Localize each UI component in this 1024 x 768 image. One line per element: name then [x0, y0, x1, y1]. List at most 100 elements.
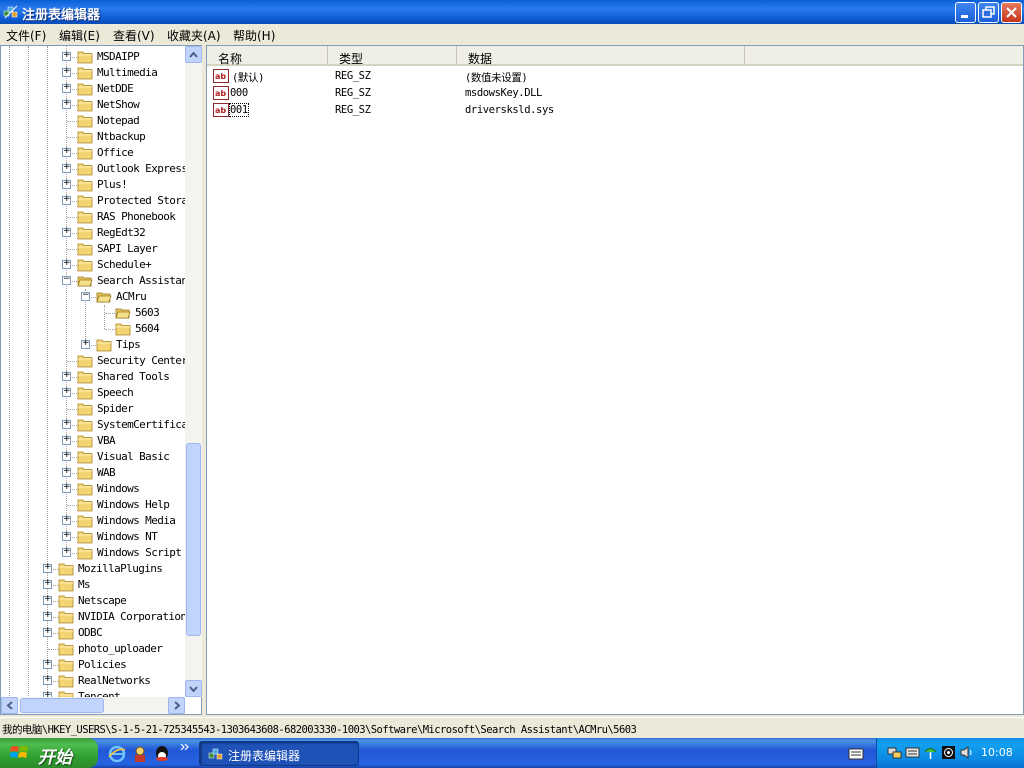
tree-item[interactable]: − Search Assistant — [1, 273, 194, 289]
scroll-down-button[interactable] — [185, 680, 202, 697]
tree-item[interactable]: + Ms — [1, 577, 191, 593]
menu-edit[interactable]: 编辑(E) — [59, 27, 100, 44]
tree-item[interactable]: + MozillaPlugins — [1, 561, 191, 577]
expand-icon[interactable]: + — [62, 98, 71, 109]
tree-horizontal-scrollbar[interactable] — [1, 697, 185, 714]
column-name[interactable]: 名称 — [207, 46, 328, 66]
expand-icon[interactable]: + — [62, 82, 71, 93]
column-type[interactable]: 类型 — [328, 46, 457, 66]
restore-button[interactable] — [978, 2, 999, 23]
tree-item[interactable]: + Office — [1, 145, 191, 161]
tree-item[interactable]: + RegEdt32 — [1, 225, 191, 241]
task-button-regedit[interactable]: 注册表编辑器 — [199, 741, 359, 766]
scroll-right-button[interactable] — [168, 697, 185, 714]
tree-item[interactable]: − ACMru — [1, 289, 191, 305]
tree-item[interactable]: + Outlook Express — [1, 161, 191, 177]
tree-item[interactable]: SAPI Layer — [1, 241, 191, 257]
expand-icon[interactable]: + — [62, 226, 71, 237]
keyboard-icon[interactable] — [905, 745, 920, 760]
keyboard-layout-icon[interactable] — [848, 748, 864, 760]
expand-icon[interactable]: + — [62, 530, 71, 541]
expand-icon[interactable]: + — [62, 178, 71, 189]
tree-item[interactable]: RAS Phonebook — [1, 209, 191, 225]
tree-item[interactable]: + Netscape — [1, 593, 191, 609]
tree-item[interactable]: + NVIDIA Corporation — [1, 609, 191, 625]
tree-item[interactable]: + ODBC — [1, 625, 191, 641]
tree-item[interactable]: Spider — [1, 401, 191, 417]
tree-item[interactable]: + Policies — [1, 657, 191, 673]
expand-icon[interactable]: + — [62, 546, 71, 557]
tree-item[interactable]: + Windows Media — [1, 513, 191, 529]
expand-icon[interactable]: + — [62, 162, 71, 173]
tree-vertical-scrollbar[interactable] — [185, 46, 202, 697]
tree-item[interactable]: + NetShow — [1, 97, 191, 113]
collapse-icon[interactable]: − — [62, 274, 71, 285]
expand-icon[interactable]: + — [62, 386, 71, 397]
expand-icon[interactable]: + — [62, 466, 71, 477]
tree-item[interactable]: 5603 — [1, 305, 191, 321]
tree-item[interactable]: + SystemCertificates — [1, 417, 201, 433]
menu-view[interactable]: 查看(V) — [113, 27, 155, 44]
tree-item[interactable]: Windows Help — [1, 497, 191, 513]
tree-item[interactable]: + Protected Storage — [1, 193, 200, 209]
menu-file[interactable]: 文件(F) — [6, 27, 46, 44]
tree-item[interactable]: + NetDDE — [1, 81, 191, 97]
scroll-up-button[interactable] — [185, 46, 202, 63]
tree-item[interactable]: photo_uploader — [1, 641, 191, 657]
expand-icon[interactable]: + — [62, 370, 71, 381]
expand-icon[interactable]: + — [62, 66, 71, 77]
expand-icon[interactable]: + — [62, 258, 71, 269]
scroll-left-button[interactable] — [1, 697, 18, 714]
tree-item[interactable]: + VBA — [1, 433, 191, 449]
expand-icon[interactable]: + — [43, 562, 52, 573]
scroll-thumb[interactable] — [186, 443, 201, 636]
network-icon[interactable] — [887, 745, 902, 760]
expand-icon[interactable]: + — [62, 194, 71, 205]
hscroll-thumb[interactable] — [20, 698, 104, 713]
value-row[interactable]: ab (默认) REG_SZ (数值未设置) — [207, 68, 1023, 85]
registry-tree[interactable]: + MSDAIPP + Multimedia + NetDDE + NetShow Notepa… — [0, 45, 202, 715]
tree-item[interactable]: + Multimedia — [1, 65, 191, 81]
media-icon[interactable] — [941, 745, 956, 760]
expand-icon[interactable]: + — [43, 658, 52, 669]
volume-icon[interactable] — [959, 745, 974, 760]
expand-icon[interactable]: + — [43, 626, 52, 637]
app-icon[interactable] — [131, 745, 149, 763]
tree-item[interactable]: + Windows — [1, 481, 191, 497]
expand-icon[interactable]: + — [43, 610, 52, 621]
ie-icon[interactable] — [108, 745, 126, 763]
tree-item[interactable]: 5604 — [1, 321, 191, 337]
expand-icon[interactable]: + — [62, 434, 71, 445]
value-row[interactable]: ab 001 REG_SZ driversksld.sys — [207, 102, 1023, 119]
menu-favorites[interactable]: 收藏夹(A) — [167, 27, 221, 44]
tree-item[interactable]: + RealNetworks — [1, 673, 191, 689]
expand-icon[interactable]: + — [62, 146, 71, 157]
expand-icon[interactable]: + — [62, 50, 71, 61]
tree-item[interactable]: Notepad — [1, 113, 191, 129]
tree-item[interactable]: + Plus! — [1, 177, 191, 193]
column-data[interactable]: 数据 — [457, 46, 745, 66]
menu-help[interactable]: 帮助(H) — [233, 27, 275, 44]
tree-item[interactable]: + Speech — [1, 385, 191, 401]
chevron-double-right-icon[interactable] — [180, 743, 190, 753]
tree-item[interactable]: + Windows NT — [1, 529, 191, 545]
tree-item[interactable]: + WAB — [1, 465, 191, 481]
value-row[interactable]: ab 000 REG_SZ msdowsKey.DLL — [207, 85, 1023, 102]
collapse-icon[interactable]: − — [81, 290, 90, 301]
minimize-button[interactable] — [955, 2, 976, 23]
expand-icon[interactable]: + — [62, 418, 71, 429]
tree-item[interactable]: + Windows Script — [1, 545, 191, 561]
expand-icon[interactable]: + — [43, 578, 52, 589]
expand-icon[interactable]: + — [62, 450, 71, 461]
expand-icon[interactable]: + — [43, 674, 52, 685]
tree-item[interactable]: + MSDAIPP — [1, 49, 191, 65]
tree-item[interactable]: Ntbackup — [1, 129, 191, 145]
qq-icon[interactable] — [153, 745, 171, 763]
values-list[interactable]: 名称 类型 数据 ab (默认) REG_SZ (数值未设置) ab 000 R… — [206, 45, 1024, 715]
expand-icon[interactable]: + — [43, 594, 52, 605]
title-bar[interactable]: 注册表编辑器 — [0, 0, 1024, 24]
expand-icon[interactable]: + — [81, 338, 90, 349]
tree-item[interactable]: Security Center — [1, 353, 191, 369]
expand-icon[interactable]: + — [62, 482, 71, 493]
expand-icon[interactable]: + — [62, 514, 71, 525]
